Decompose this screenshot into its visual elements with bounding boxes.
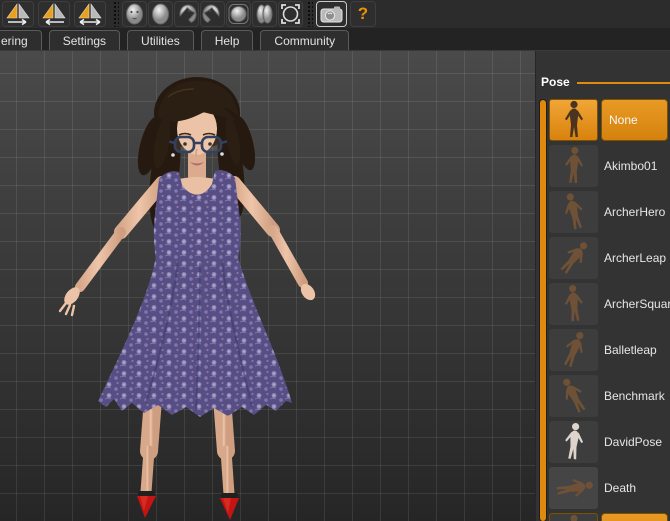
pose-item-balletleap[interactable]: Balletleap — [549, 327, 670, 373]
pose-thumbnail — [549, 191, 598, 233]
pose-item-none[interactable]: None — [549, 97, 670, 143]
zoom-to-fit-icon — [281, 4, 300, 24]
pose-selected-label-box: None — [601, 99, 668, 141]
mirror-both-button[interactable] — [74, 1, 106, 27]
right-view-button[interactable] — [174, 1, 199, 27]
pose-thumbnail — [549, 237, 598, 279]
tab-utilities[interactable]: Utilities — [127, 30, 194, 50]
toolbar-separator — [113, 1, 119, 27]
front-view-button[interactable] — [122, 1, 147, 27]
mirror-both-icon — [78, 3, 102, 26]
zoom-to-fit-button[interactable] — [278, 1, 303, 27]
pose-item-partial[interactable] — [549, 511, 670, 521]
help-icon: ? — [357, 4, 369, 23]
toolbar-separator — [307, 1, 313, 27]
pose-item-archerleap[interactable]: ArcherLeap — [549, 235, 670, 281]
pose-item-benchmark[interactable]: Benchmark — [549, 373, 670, 419]
pose-label: None — [609, 113, 638, 127]
pose-list-scrollbar[interactable] — [540, 100, 546, 521]
left-view-button[interactable] — [200, 1, 225, 27]
mirror-right-button[interactable] — [2, 1, 34, 27]
pose-label: Benchmark — [604, 389, 665, 403]
mirror-right-icon — [6, 3, 30, 26]
left-view-icon — [202, 4, 220, 23]
camera-icon — [320, 6, 343, 23]
pose-label: Akimbo01 — [604, 159, 658, 173]
pose-thumbnail — [549, 467, 598, 509]
main-tab-bar: ering Settings Utilities Help Community — [0, 28, 670, 50]
pose-thumbnail — [549, 145, 598, 187]
pose-thumbnail — [549, 283, 598, 325]
top-view-button[interactable] — [226, 1, 251, 27]
pose-label: ArcherLeap — [604, 251, 667, 265]
right-view-icon — [179, 4, 197, 23]
save-screenshot-button[interactable] — [316, 1, 347, 27]
pose-label: ArcherSquare — [604, 297, 670, 311]
tab-help[interactable]: Help — [200, 30, 254, 50]
character-model — [58, 77, 316, 520]
pose-panel-title: Pose — [541, 75, 570, 89]
pose-label: ArcherHero — [604, 205, 666, 219]
pose-list: None Akimbo01 ArcherHero ArcherLeap Arch… — [549, 97, 670, 521]
pose-list-scrollbar-track — [539, 99, 547, 521]
back-view-button[interactable] — [148, 1, 173, 27]
help-button[interactable]: ? — [350, 1, 376, 27]
pose-item-archersquare[interactable]: ArcherSquare — [549, 281, 670, 327]
viewport-3d[interactable] — [0, 51, 535, 521]
pose-thumbnail — [549, 375, 598, 417]
pose-label: Balletleap — [604, 343, 657, 357]
tab-settings[interactable]: Settings — [48, 30, 121, 50]
pose-item-davidpose[interactable]: DavidPose — [549, 419, 670, 465]
pose-selected-label-box — [601, 513, 668, 521]
pose-item-archerhero[interactable]: ArcherHero — [549, 189, 670, 235]
pose-panel-header: Pose — [536, 51, 670, 89]
pose-thumbnail — [549, 513, 598, 521]
back-view-icon — [152, 3, 169, 25]
content-area: Pose None Akimbo01 ArcherHero ArcherLeap… — [0, 50, 670, 521]
mirror-left-button[interactable] — [38, 1, 70, 27]
tab-community[interactable]: Community — [260, 30, 350, 50]
mirror-left-icon — [42, 3, 66, 26]
top-view-icon — [228, 4, 249, 24]
tab-rendering-cut[interactable]: ering — [0, 30, 42, 50]
main-toolbar: ? — [0, 0, 670, 28]
pose-thumbnail — [549, 329, 598, 371]
pose-panel-title-rule — [576, 82, 670, 84]
front-view-icon — [126, 3, 143, 25]
pose-item-akimbo01[interactable]: Akimbo01 — [549, 143, 670, 189]
pose-thumbnail — [549, 99, 598, 141]
pose-label: DavidPose — [604, 435, 663, 449]
pose-thumbnail — [549, 421, 598, 463]
pose-panel: Pose None Akimbo01 ArcherHero ArcherLeap… — [535, 51, 670, 521]
side-views-icon — [256, 4, 273, 24]
side-views-button[interactable] — [252, 1, 277, 27]
pose-item-death[interactable]: Death — [549, 465, 670, 511]
pose-label: Death — [604, 481, 637, 495]
